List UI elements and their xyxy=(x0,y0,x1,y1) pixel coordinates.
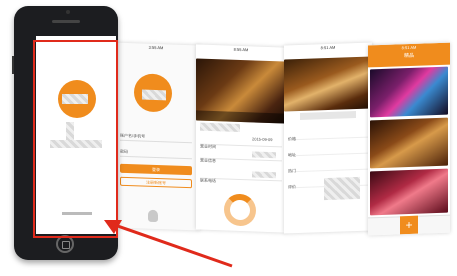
gallery-photo-2[interactable] xyxy=(370,117,448,169)
status-bar: 8:51 AM xyxy=(320,44,336,51)
username-field[interactable] xyxy=(120,139,192,144)
list-banner-photo xyxy=(284,56,372,112)
detail-row: 营业时间 2015-09-09 xyxy=(200,134,282,149)
list-screen-panel: 8:51 AM 价格 地址 热门 评价 xyxy=(284,42,372,234)
status-bar: 8:55 AM xyxy=(233,46,249,53)
venue-name-blurred xyxy=(200,122,240,132)
list-blurred-content xyxy=(324,176,360,201)
gallery-header: 8:51 AM 精品 xyxy=(368,42,450,68)
list-banner-caption xyxy=(300,111,356,120)
detail-row: 营业信息 xyxy=(200,148,282,163)
speaker-grille xyxy=(52,20,80,23)
detail-screen-panel: 8:55 AM 营业时间 2015-09-09 营业信息 联系电话 xyxy=(196,44,286,233)
password-field[interactable] xyxy=(120,155,192,160)
login-button[interactable]: 登录 xyxy=(120,163,192,176)
gallery-screen-panel: 8:51 AM 精品 + xyxy=(368,42,450,236)
volume-button xyxy=(12,56,14,74)
gallery-photo-1[interactable] xyxy=(370,66,448,118)
login-screen-panel: 3:55 AM 账户名/手机号 密码 登录 注册新账号 xyxy=(112,42,200,231)
register-button[interactable]: 注册新账号 xyxy=(120,176,192,189)
camera-icon xyxy=(66,10,70,14)
detail-row: 联系电话 xyxy=(200,168,282,183)
gallery-photo-3[interactable] xyxy=(370,168,448,216)
red-arrow-icon xyxy=(104,220,233,268)
app-name-blurred xyxy=(142,89,166,101)
photo-overlay-strip xyxy=(196,110,286,124)
add-button[interactable]: + xyxy=(400,215,418,235)
list-item-row[interactable]: 价格 xyxy=(288,124,368,141)
highlight-frame xyxy=(33,40,118,238)
status-bar: 3:55 AM xyxy=(148,44,164,51)
list-item-row[interactable]: 热门 xyxy=(288,156,368,173)
password-label: 密码 xyxy=(120,148,128,155)
list-item-row[interactable]: 地址 xyxy=(288,140,368,157)
username-label: 账户名/手机号 xyxy=(120,132,146,139)
